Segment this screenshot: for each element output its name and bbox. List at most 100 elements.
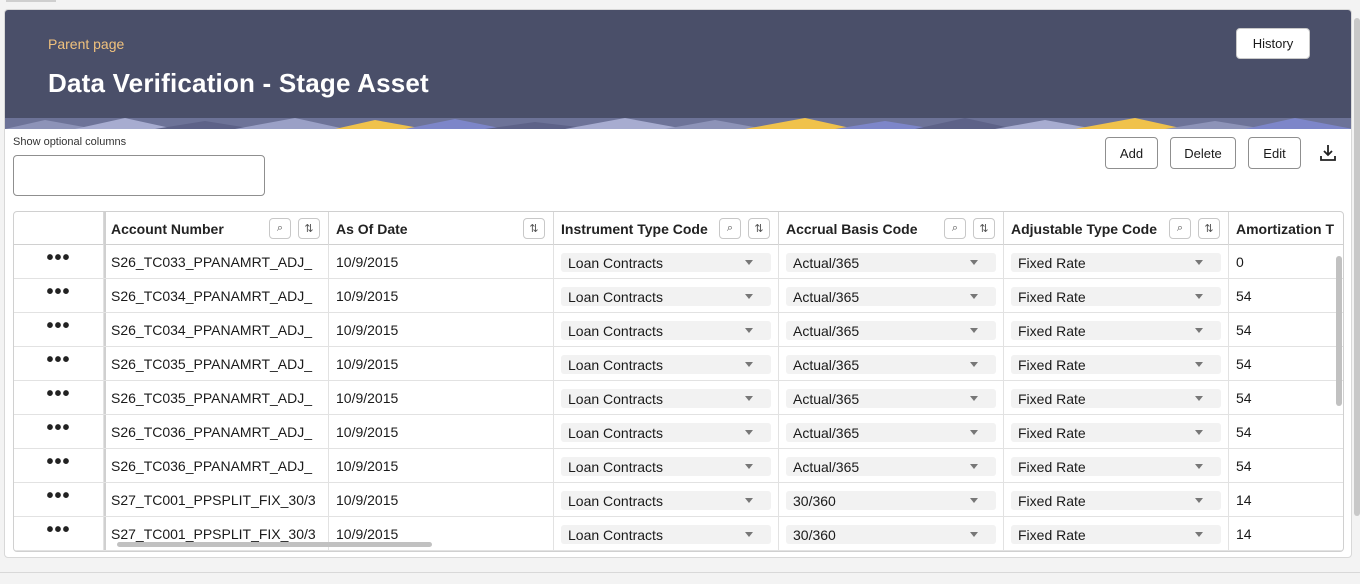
chevron-down-icon (970, 260, 978, 265)
instrument-type-select[interactable]: Loan Contracts (561, 457, 771, 476)
adjustable-type-select[interactable]: Fixed Rate (1011, 457, 1221, 476)
header-adjustable-type-code[interactable]: Adjustable Type Code (1004, 212, 1229, 245)
header-label: Amortization T (1236, 220, 1334, 237)
row-actions-menu-icon[interactable]: ••• (14, 449, 104, 483)
select-value: Actual/365 (793, 356, 860, 373)
search-icon[interactable]: ⌕ (1169, 218, 1191, 239)
cell-adjustable-type-code: Fixed Rate (1004, 517, 1229, 551)
page-scrollbar[interactable] (1354, 18, 1360, 516)
adjustable-type-select[interactable]: Fixed Rate (1011, 491, 1221, 510)
search-icon[interactable]: ⌕ (269, 218, 291, 239)
header-accrual-basis-code[interactable]: Accrual Basis Code (779, 212, 1004, 245)
search-icon[interactable]: ⌕ (944, 218, 966, 239)
cell-as-of-date: 10/9/2015 (329, 279, 554, 313)
instrument-type-select[interactable]: Loan Contracts (561, 253, 771, 272)
adjustable-type-select[interactable]: Fixed Rate (1011, 389, 1221, 408)
cell-adjustable-type-code: Fixed Rate (1004, 381, 1229, 415)
instrument-type-select[interactable]: Loan Contracts (561, 491, 771, 510)
adjustable-type-select[interactable]: Fixed Rate (1011, 253, 1221, 272)
instrument-type-select[interactable]: Loan Contracts (561, 321, 771, 340)
sort-icon[interactable]: ⇅ (748, 218, 770, 239)
sort-icon[interactable]: ⇅ (523, 218, 545, 239)
chevron-down-icon (1195, 430, 1203, 435)
instrument-type-select[interactable]: Loan Contracts (561, 287, 771, 306)
select-value: Loan Contracts (568, 492, 663, 509)
edit-button[interactable]: Edit (1248, 137, 1301, 169)
download-icon[interactable] (1317, 142, 1339, 164)
cell-account-number: S26_TC034_PPANAMRT_ADJ_ (104, 279, 329, 313)
instrument-type-select[interactable]: Loan Contracts (561, 525, 771, 544)
row-actions-menu-icon[interactable]: ••• (14, 279, 104, 313)
table-row[interactable]: ••• S26_TC034_PPANAMRT_ADJ_ 10/9/2015 Loan … (14, 279, 1343, 313)
add-button[interactable]: Add (1105, 137, 1158, 169)
row-actions-menu-icon[interactable]: ••• (14, 313, 104, 347)
adjustable-type-select[interactable]: Fixed Rate (1011, 525, 1221, 544)
cell-account-number: S26_TC035_PPANAMRT_ADJ_ (104, 347, 329, 381)
table-row[interactable]: ••• S26_TC035_PPANAMRT_ADJ_ 10/9/2015 Loan … (14, 381, 1343, 415)
header-amortization-type[interactable]: Amortization T (1229, 212, 1343, 245)
table-row[interactable]: ••• S26_TC034_PPANAMRT_ADJ_ 10/9/2015 Loan … (14, 313, 1343, 347)
cell-amortization-type: 54 (1236, 390, 1252, 406)
cell-instrument-type-code: Loan Contracts (554, 517, 779, 551)
table-row[interactable]: ••• S26_TC036_PPANAMRT_ADJ_ 10/9/2015 Loan … (14, 415, 1343, 449)
sort-icon[interactable]: ⇅ (298, 218, 320, 239)
row-actions-menu-icon[interactable]: ••• (14, 347, 104, 381)
accrual-basis-select[interactable]: Actual/365 (786, 389, 996, 408)
sort-icon[interactable]: ⇅ (1198, 218, 1220, 239)
cell-amortization-type: 54 (1236, 458, 1252, 474)
delete-button[interactable]: Delete (1170, 137, 1236, 169)
accrual-basis-select[interactable]: Actual/365 (786, 287, 996, 306)
accrual-basis-select[interactable]: Actual/365 (786, 321, 996, 340)
cell-amortization-type: 54 (1236, 356, 1252, 372)
select-value: Loan Contracts (568, 254, 663, 271)
table-row[interactable]: ••• S27_TC001_PPSPLIT_FIX_30/3 10/9/2015 Lo… (14, 483, 1343, 517)
cell-amortization-type: 14 (1236, 526, 1252, 542)
cell-adjustable-type-code: Fixed Rate (1004, 279, 1229, 313)
chevron-down-icon (1195, 498, 1203, 503)
cell-adjustable-type-code: Fixed Rate (1004, 483, 1229, 517)
row-actions-menu-icon[interactable]: ••• (14, 415, 104, 449)
table-row[interactable]: ••• S26_TC033_PPANAMRT_ADJ_ 10/9/2015 Loan … (14, 245, 1343, 279)
header-instrument-type-code[interactable]: Instrument Type Code (554, 212, 779, 245)
row-actions-menu-icon[interactable]: ••• (14, 517, 104, 551)
accrual-basis-select[interactable]: Actual/365 (786, 355, 996, 374)
optional-columns-input[interactable] (13, 155, 265, 196)
chevron-down-icon (970, 362, 978, 367)
accrual-basis-select[interactable]: 30/360 (786, 491, 996, 510)
chevron-down-icon (970, 532, 978, 537)
search-icon[interactable]: ⌕ (719, 218, 741, 239)
sort-icon[interactable]: ⇅ (973, 218, 995, 239)
accrual-basis-select[interactable]: Actual/365 (786, 253, 996, 272)
chevron-down-icon (1195, 294, 1203, 299)
cell-amortization-type: 0 (1236, 254, 1244, 270)
table-vertical-scrollbar[interactable] (1336, 256, 1342, 406)
row-actions-menu-icon[interactable]: ••• (14, 245, 104, 279)
row-actions-menu-icon[interactable]: ••• (14, 483, 104, 517)
header-as-of-date[interactable]: As Of Date (329, 212, 554, 245)
table-horizontal-scrollbar[interactable] (117, 542, 432, 547)
parent-page-link[interactable]: Parent page (48, 36, 124, 52)
row-actions-menu-icon[interactable]: ••• (14, 381, 104, 415)
cell-accrual-basis-code: 30/360 (779, 483, 1004, 517)
chevron-down-icon (745, 532, 753, 537)
header-account-number[interactable]: Account Number (104, 212, 329, 245)
adjustable-type-select[interactable]: Fixed Rate (1011, 355, 1221, 374)
history-button[interactable]: History (1236, 28, 1310, 59)
select-value: Fixed Rate (1018, 356, 1086, 373)
accrual-basis-select[interactable]: Actual/365 (786, 457, 996, 476)
header-label: Account Number (111, 220, 224, 237)
table-row[interactable]: ••• S26_TC036_PPANAMRT_ADJ_ 10/9/2015 Loan … (14, 449, 1343, 483)
adjustable-type-select[interactable]: Fixed Rate (1011, 321, 1221, 340)
instrument-type-select[interactable]: Loan Contracts (561, 389, 771, 408)
adjustable-type-select[interactable]: Fixed Rate (1011, 423, 1221, 442)
instrument-type-select[interactable]: Loan Contracts (561, 423, 771, 442)
accrual-basis-select[interactable]: Actual/365 (786, 423, 996, 442)
table-row[interactable]: ••• S26_TC035_PPANAMRT_ADJ_ 10/9/2015 Loan … (14, 347, 1343, 381)
select-value: Loan Contracts (568, 322, 663, 339)
instrument-type-select[interactable]: Loan Contracts (561, 355, 771, 374)
adjustable-type-select[interactable]: Fixed Rate (1011, 287, 1221, 306)
header-actions (14, 212, 104, 245)
cell-instrument-type-code: Loan Contracts (554, 483, 779, 517)
chevron-down-icon (970, 498, 978, 503)
accrual-basis-select[interactable]: 30/360 (786, 525, 996, 544)
